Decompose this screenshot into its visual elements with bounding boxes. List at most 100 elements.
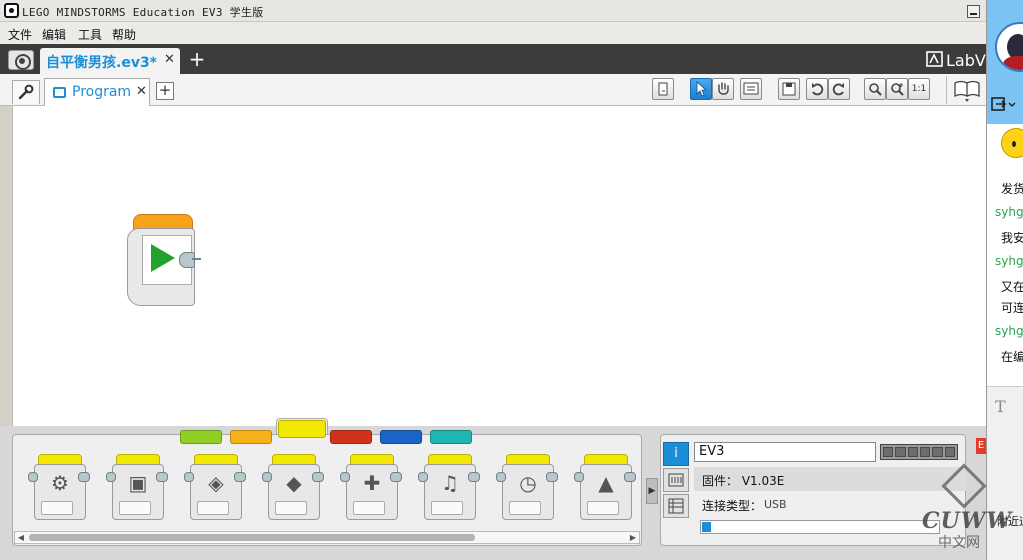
- sequence-plug-icon[interactable]: [179, 252, 201, 268]
- block-mode-selector[interactable]: [431, 501, 463, 515]
- scroll-left-icon[interactable]: ◀: [15, 532, 27, 543]
- plug-out-icon: [624, 472, 636, 482]
- block-glyph-icon: ♫: [441, 471, 459, 495]
- comment-icon[interactable]: [652, 78, 674, 100]
- block-mode-selector[interactable]: [587, 501, 619, 515]
- program-tab[interactable]: Program ✕: [44, 78, 150, 106]
- block-mode-selector[interactable]: [509, 501, 541, 515]
- close-icon[interactable]: ✕: [164, 52, 175, 67]
- close-icon[interactable]: ✕: [136, 84, 147, 99]
- battery-cell: [932, 447, 943, 457]
- content-editor-icon[interactable]: [946, 76, 986, 104]
- font-icon[interactable]: T: [995, 397, 1006, 416]
- collapse-arrow-icon[interactable]: ▶: [646, 478, 658, 504]
- add-project-button[interactable]: +: [186, 49, 208, 70]
- block-mode-selector[interactable]: [119, 501, 151, 515]
- plug-out-icon: [546, 472, 558, 482]
- add-program-button[interactable]: +: [156, 82, 174, 100]
- undo-icon[interactable]: [806, 78, 828, 100]
- palette-tab-action-green[interactable]: [180, 430, 222, 444]
- lobby-home-button[interactable]: [8, 50, 34, 70]
- palette-tab-flow-orange[interactable]: [230, 430, 272, 444]
- block-glyph-icon: ⚙: [51, 471, 69, 495]
- battery-cell: [895, 447, 906, 457]
- palette-scrollbar[interactable]: ◀ ▶: [14, 531, 640, 544]
- zoom-reset-icon[interactable]: 1:1: [908, 78, 930, 100]
- start-block[interactable]: [127, 214, 201, 306]
- plug-in-icon: [496, 472, 506, 482]
- display-block[interactable]: ✚: [340, 454, 402, 520]
- palette-tab-advanced-blue[interactable]: [380, 430, 422, 444]
- block-glyph-icon: ◷: [519, 471, 537, 495]
- large-motor-block[interactable]: ▣: [106, 454, 168, 520]
- chat-sender-name: syhg: [995, 205, 1023, 219]
- connection-type-value: USB: [764, 498, 787, 511]
- timer-wait-block[interactable]: ◷: [496, 454, 558, 520]
- block-glyph-icon: ◈: [208, 471, 224, 495]
- minimize-button[interactable]: [967, 5, 980, 18]
- battery-cell: [944, 447, 955, 457]
- chat-header: [987, 0, 1023, 124]
- move-steering-block[interactable]: ◈: [184, 454, 246, 520]
- scrollbar-thumb[interactable]: [29, 534, 475, 541]
- menu-edit[interactable]: 编辑: [42, 26, 66, 43]
- chat-sender-name: syhg: [995, 254, 1023, 268]
- palette-tab-myblocks-teal[interactable]: [430, 430, 472, 444]
- plug-in-icon: [184, 472, 194, 482]
- project-properties-wrench-icon[interactable]: [12, 80, 40, 104]
- labview-logo: LabV: [926, 48, 986, 70]
- battery-cell: [919, 447, 931, 457]
- menu-tools[interactable]: 工具: [78, 26, 102, 43]
- window-title: LEGO MINDSTORMS Education EV3 学生版: [22, 6, 264, 19]
- save-icon[interactable]: [778, 78, 800, 100]
- available-bricks-icon[interactable]: [663, 494, 689, 518]
- pan-hand-icon[interactable]: [712, 78, 734, 100]
- menu-help[interactable]: 帮助: [112, 26, 136, 43]
- battery-cell: [883, 447, 894, 457]
- menu-file[interactable]: 文件: [8, 26, 32, 43]
- brick-status-light-block[interactable]: ▲: [574, 454, 636, 520]
- labview-logo-text: LabV: [946, 51, 986, 70]
- block-mode-selector[interactable]: [353, 501, 385, 515]
- sound-block[interactable]: ♫: [418, 454, 480, 520]
- port-view-icon[interactable]: [663, 468, 689, 492]
- brick-info-icon[interactable]: i: [663, 442, 689, 466]
- zoom-out-icon[interactable]: [864, 78, 886, 100]
- project-tab[interactable]: 自平衡男孩.ev3* ✕: [40, 48, 180, 74]
- plug-in-icon: [262, 472, 272, 482]
- watermark-text: CUWW: [922, 508, 1013, 534]
- plug-in-icon: [28, 472, 38, 482]
- plug-out-icon: [156, 472, 168, 482]
- battery-indicator: [880, 444, 958, 460]
- block-mode-selector[interactable]: [41, 501, 73, 515]
- title-bar: LEGO MINDSTORMS Education EV3 学生版: [0, 0, 986, 22]
- move-tank-block[interactable]: ◆: [262, 454, 324, 520]
- block-mode-selector[interactable]: [197, 501, 229, 515]
- block-mode-selector[interactable]: [275, 501, 307, 515]
- palette-tab-sensor-yellow[interactable]: [278, 420, 326, 438]
- zoom-in-icon[interactable]: [886, 78, 908, 100]
- plug-in-icon: [340, 472, 350, 482]
- comment-block-icon[interactable]: [740, 78, 762, 100]
- redo-icon[interactable]: [828, 78, 850, 100]
- menu-bar: 文件 编辑 工具 帮助: [0, 22, 986, 44]
- project-tab-label: 自平衡男孩.ev3*: [46, 55, 158, 71]
- brick-name-field[interactable]: EV3: [694, 442, 876, 462]
- chat-message: 可连: [1001, 301, 1023, 315]
- share-icon[interactable]: [991, 96, 1021, 116]
- plug-in-icon: [106, 472, 116, 482]
- plug-in-icon: [574, 472, 584, 482]
- medium-motor-block[interactable]: ⚙: [28, 454, 90, 520]
- play-icon[interactable]: [151, 244, 175, 272]
- scroll-right-icon[interactable]: ▶: [627, 532, 639, 543]
- palette-tab-data-red[interactable]: [330, 430, 372, 444]
- avatar[interactable]: [995, 22, 1023, 72]
- plug-out-icon: [468, 472, 480, 482]
- program-tab-row: Program ✕ + 1:1: [0, 74, 986, 106]
- download-button-icon[interactable]: E: [976, 438, 986, 454]
- chat-message: 又在: [1001, 280, 1023, 294]
- program-tab-label: Program: [72, 84, 132, 100]
- plug-out-icon: [390, 472, 402, 482]
- select-pointer-icon[interactable]: [690, 78, 712, 100]
- watermark-diamond-icon: [941, 463, 987, 509]
